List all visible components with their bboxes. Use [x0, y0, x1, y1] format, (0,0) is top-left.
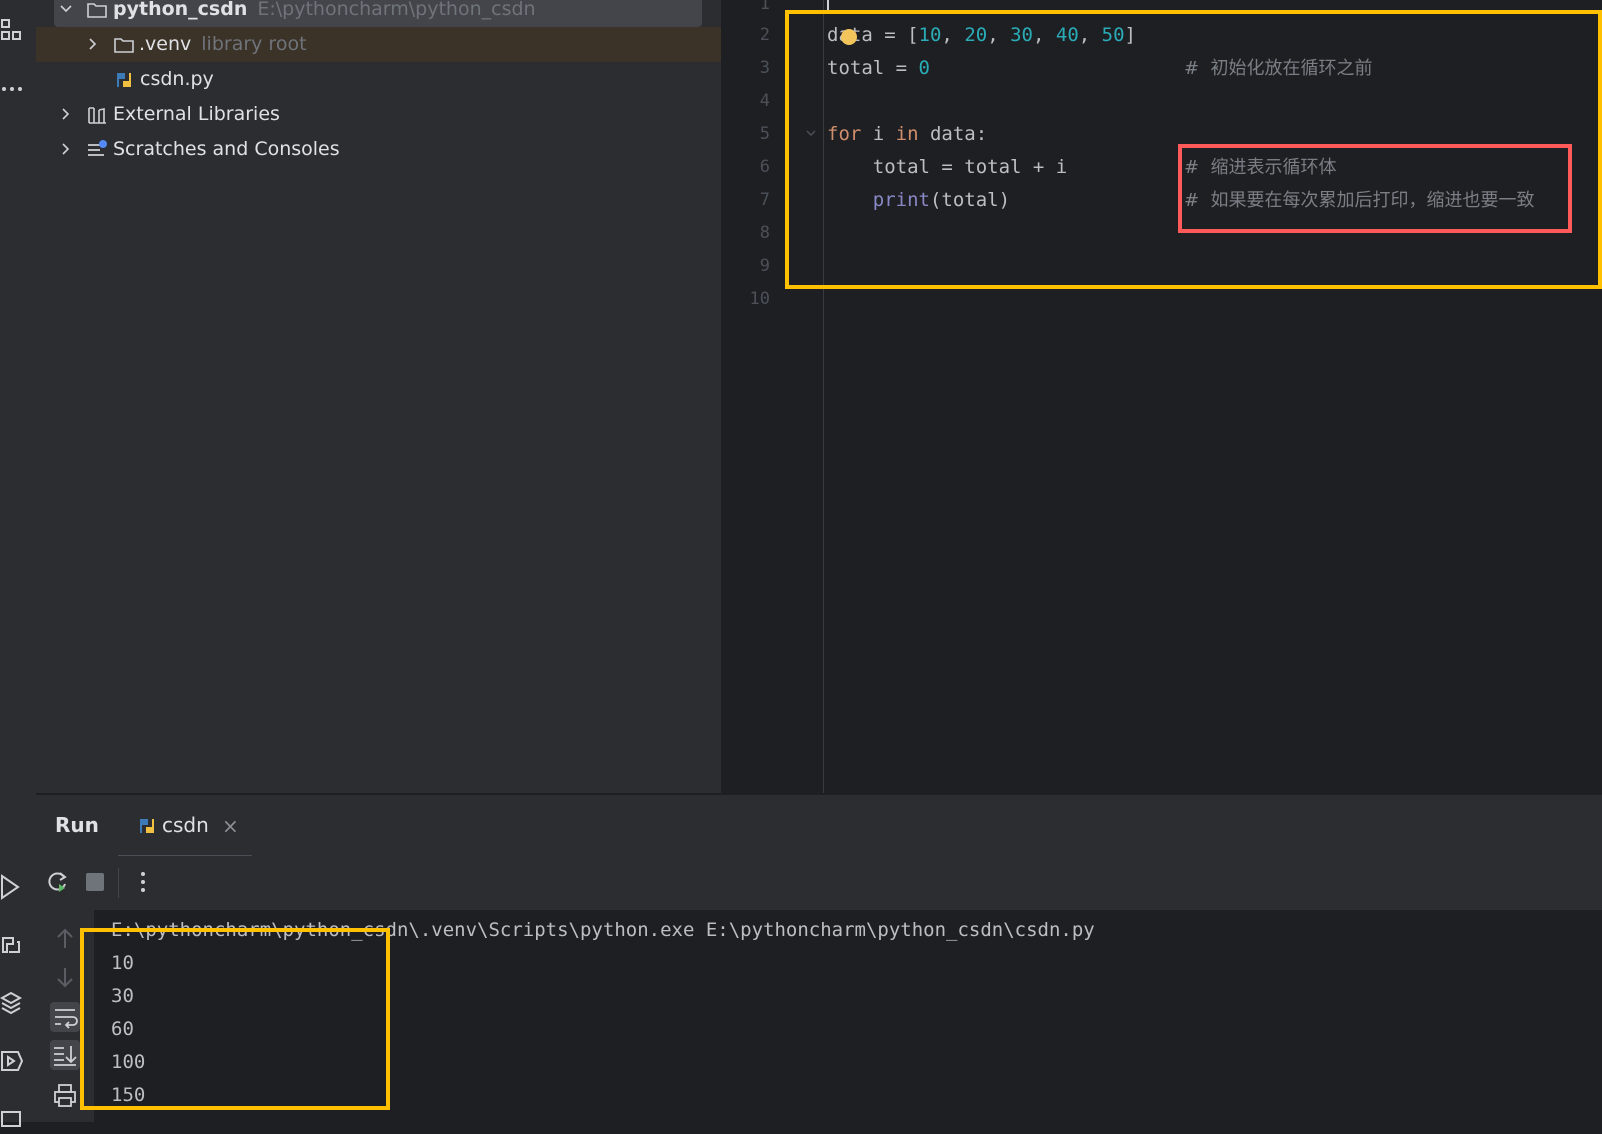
- scratches-label: Scratches and Consoles: [113, 138, 340, 160]
- project-tool-window: python_csdn E:\pythoncharm\python_csdn .v…: [36, 0, 722, 793]
- tree-item-external-libraries[interactable]: External Libraries: [36, 97, 721, 132]
- project-path: E:\pythoncharm\python_csdn: [257, 0, 536, 20]
- line-number: 7: [759, 190, 770, 210]
- activity-bar: [0, 0, 37, 1127]
- venv-hint: library root: [201, 33, 307, 55]
- python-file-icon: [136, 815, 158, 837]
- tab-label: csdn: [162, 813, 209, 837]
- tree-item-csdn-py[interactable]: csdn.py: [36, 62, 721, 97]
- terminal-icon[interactable]: [0, 1104, 30, 1134]
- line-number: 2: [759, 25, 770, 45]
- folder-icon: [113, 34, 135, 56]
- python-console-icon[interactable]: [0, 930, 30, 960]
- python-file-icon: [113, 69, 135, 91]
- folder-icon: [86, 0, 108, 21]
- run-panel-header: Run csdn ×: [36, 794, 1602, 858]
- file-label: csdn.py: [140, 68, 214, 90]
- line-number: 8: [759, 223, 770, 243]
- print-icon[interactable]: [50, 1080, 80, 1110]
- library-icon: [86, 104, 108, 126]
- run-panel-title: Run: [55, 813, 99, 837]
- scratches-icon: [86, 139, 108, 161]
- chevron-right-icon[interactable]: [58, 141, 74, 157]
- line-number: 10: [749, 289, 770, 309]
- arrow-down-icon[interactable]: [50, 962, 80, 992]
- line-number: 6: [759, 157, 770, 177]
- tree-item-venv[interactable]: .venv library root: [36, 27, 721, 62]
- scroll-to-end-icon[interactable]: [50, 1040, 80, 1070]
- tab-csdn[interactable]: csdn ×: [118, 795, 252, 858]
- tree-item-project-root[interactable]: python_csdn E:\pythoncharm\python_csdn: [36, 0, 721, 27]
- line-number: 9: [759, 256, 770, 276]
- chevron-down-icon[interactable]: [58, 1, 74, 17]
- close-icon[interactable]: ×: [222, 814, 239, 838]
- line-number: 4: [759, 91, 770, 111]
- soft-wrap-icon[interactable]: [50, 1002, 80, 1032]
- comment-highlight-box: [1178, 144, 1572, 233]
- layers-icon[interactable]: [0, 988, 30, 1018]
- project-name: python_csdn: [113, 0, 248, 20]
- more-icon[interactable]: [0, 74, 30, 104]
- line-number: 5: [759, 124, 770, 144]
- rerun-icon[interactable]: [44, 869, 70, 895]
- arrow-up-icon[interactable]: [50, 924, 80, 954]
- venv-label: .venv: [139, 33, 192, 55]
- run-toolbar: [36, 856, 1602, 911]
- stop-icon[interactable]: [82, 869, 108, 895]
- tree-item-scratches[interactable]: Scratches and Consoles: [36, 132, 721, 167]
- more-options-icon[interactable]: [130, 869, 156, 895]
- external-libraries-label: External Libraries: [113, 103, 280, 125]
- run-tool-icon[interactable]: [0, 872, 30, 902]
- line-number: 3: [759, 58, 770, 78]
- output-highlight-box: [80, 928, 390, 1110]
- chevron-right-icon[interactable]: [85, 36, 101, 52]
- services-icon[interactable]: [0, 1046, 30, 1076]
- toolbar-separator: [118, 868, 119, 898]
- text-caret: [827, 0, 829, 10]
- chevron-right-icon[interactable]: [58, 106, 74, 122]
- structure-icon[interactable]: [0, 14, 30, 44]
- line-number: 1: [759, 0, 770, 14]
